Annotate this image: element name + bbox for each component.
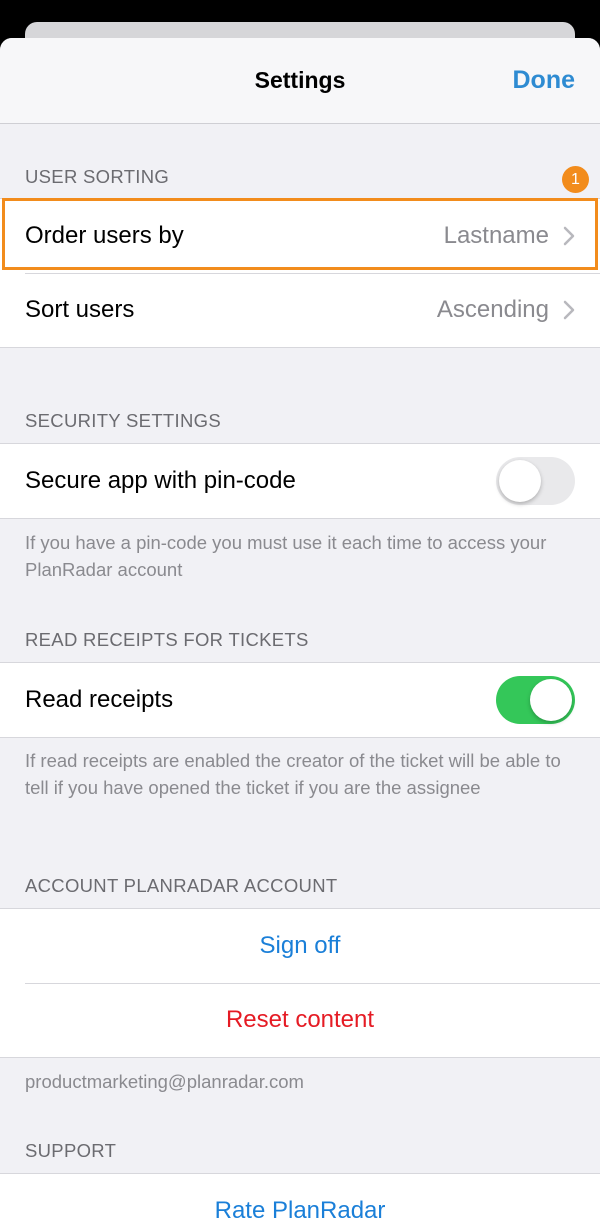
user-sorting-group: Order users by Lastname Sort users Ascen… [0,198,600,348]
sign-off-button[interactable]: Sign off [0,909,600,983]
pin-code-footer: If you have a pin-code you must use it e… [25,532,547,580]
done-button[interactable]: Done [513,66,576,95]
toggle-knob [530,679,572,721]
page-title: Settings [254,67,346,93]
account-group: Sign off Reset content [0,908,600,1058]
section-header-read-receipts: READ RECEIPTS FOR TICKETS [25,629,309,650]
section-header-security: SECURITY SETTINGS [25,410,221,431]
account-email: productmarketing@planradar.com [25,1071,304,1092]
sort-users-label: Sort users [25,296,135,323]
order-users-by-label: Order users by [25,222,184,249]
order-users-by-value: Lastname [443,222,549,249]
chevron-right-icon [563,226,575,246]
section-header-support: SUPPORT [25,1140,117,1161]
section-header-account: ACCOUNT PLANRADAR ACCOUNT [25,875,338,896]
rate-planradar-button[interactable]: Rate PlanRadar [0,1174,600,1225]
pin-code-label: Secure app with pin-code [25,467,296,494]
read-receipts-row: Read receipts [0,663,600,737]
sort-users-row[interactable]: Sort users Ascending [0,273,600,347]
reset-content-button[interactable]: Reset content [0,983,600,1057]
step-badge: 1 [562,166,589,193]
read-receipts-footer: If read receipts are enabled the creator… [25,750,561,798]
read-receipts-label: Read receipts [25,686,174,713]
navigation-bar: Settings Done [0,38,600,124]
read-receipts-toggle[interactable] [496,676,575,724]
read-receipts-group: Read receipts [0,662,600,738]
toggle-knob [499,460,541,502]
support-group: Rate PlanRadar [0,1173,600,1225]
section-header-user-sorting: USER SORTING [25,166,170,187]
pin-code-toggle[interactable] [496,457,575,505]
settings-sheet: Settings Done USER SORTING 1 Order users… [0,38,600,1225]
security-group: Secure app with pin-code [0,443,600,519]
sort-users-value: Ascending [436,296,549,323]
chevron-right-icon [563,300,575,320]
pin-code-row: Secure app with pin-code [0,444,600,518]
order-users-by-row[interactable]: Order users by Lastname [0,199,600,273]
